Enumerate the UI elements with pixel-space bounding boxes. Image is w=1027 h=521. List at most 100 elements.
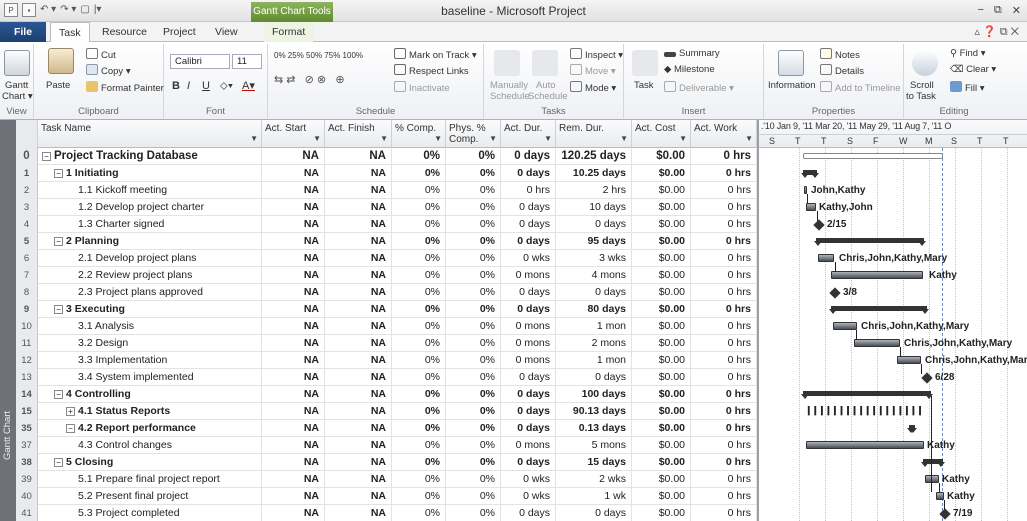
field-cell-cost[interactable]: $0.00 xyxy=(632,335,691,352)
dropdown-arrow-icon[interactable]: ▼ xyxy=(434,133,442,144)
field-cell-adur[interactable]: 0 wks xyxy=(501,488,556,505)
row-id-cell[interactable]: 8 xyxy=(16,284,38,301)
close-icon[interactable]: ✕ xyxy=(1012,4,1021,17)
field-cell-cost[interactable]: $0.00 xyxy=(632,267,691,284)
field-cell-pct[interactable]: 0% xyxy=(392,420,446,437)
table-row[interactable]: 8 2.3 Project plans approved NA NA 0% 0% 0 day… xyxy=(16,284,757,301)
row-id-cell[interactable]: 12 xyxy=(16,352,38,369)
row-id-cell[interactable]: 39 xyxy=(16,471,38,488)
field-cell-pct[interactable]: 0% xyxy=(392,437,446,454)
field-cell-pct[interactable]: 0% xyxy=(392,403,446,420)
collapse-icon[interactable]: − xyxy=(66,424,75,433)
field-cell-start[interactable]: NA xyxy=(262,505,325,521)
table-row[interactable]: 10 3.1 Analysis NA NA 0% 0% 0 mons 1 mon $0.00 0 … xyxy=(16,318,757,335)
task-name-cell[interactable]: −3 Executing xyxy=(38,301,262,318)
expand-icon[interactable]: + xyxy=(66,407,75,416)
table-row[interactable]: 13 3.4 System implemented NA NA 0% 0% 0 days 0 … xyxy=(16,369,757,386)
field-cell-finish[interactable]: NA xyxy=(325,182,392,199)
field-cell-start[interactable]: NA xyxy=(262,403,325,420)
field-cell-start[interactable]: NA xyxy=(262,199,325,216)
task-name-cell[interactable]: −5 Closing xyxy=(38,454,262,471)
field-cell-work[interactable]: 0 hrs xyxy=(691,437,757,454)
table-row[interactable]: 1−1 Initiating NA NA 0% 0% 0 days 10.25 days $0… xyxy=(16,165,757,182)
insert-task-icon[interactable] xyxy=(632,50,658,76)
find-button[interactable]: ⚲ Find ▾ xyxy=(950,48,986,60)
tab-task[interactable]: Task xyxy=(50,22,90,42)
field-cell-pct[interactable]: 0% xyxy=(392,369,446,386)
field-cell-cost[interactable]: $0.00 xyxy=(632,284,691,301)
field-cell-work[interactable]: 0 hrs xyxy=(691,233,757,250)
field-cell-finish[interactable]: NA xyxy=(325,335,392,352)
table-row[interactable]: 7 2.2 Review project plans NA NA 0% 0% 0 mons 4… xyxy=(16,267,757,284)
field-cell-start[interactable]: NA xyxy=(262,216,325,233)
field-cell-pct[interactable]: 0% xyxy=(392,335,446,352)
field-cell-cost[interactable]: $0.00 xyxy=(632,420,691,437)
field-cell-finish[interactable]: NA xyxy=(325,488,392,505)
task-name-cell[interactable]: 2.1 Develop project plans xyxy=(38,250,262,267)
table-row[interactable]: 14−4 Controlling NA NA 0% 0% 0 days 100 days $0… xyxy=(16,386,757,403)
task-name-cell[interactable]: 2.2 Review project plans xyxy=(38,267,262,284)
field-cell-start[interactable]: NA xyxy=(262,488,325,505)
field-cell-rdur[interactable]: 2 hrs xyxy=(556,182,632,199)
field-cell-adur[interactable]: 0 wks xyxy=(501,250,556,267)
table-row[interactable]: 38−5 Closing NA NA 0% 0% 0 days 15 days $0.00 0 … xyxy=(16,454,757,471)
field-cell-cost[interactable]: $0.00 xyxy=(632,250,691,267)
field-cell-adur[interactable]: 0 days xyxy=(501,505,556,521)
help-icon[interactable]: ❓ xyxy=(983,26,997,38)
field-cell-work[interactable]: 0 hrs xyxy=(691,284,757,301)
highlight-color-icon[interactable]: ⬦▾ xyxy=(220,80,233,92)
table-row[interactable]: 37 4.3 Control changes NA NA 0% 0% 0 mons 5 mon… xyxy=(16,437,757,454)
summary-bar-planning[interactable] xyxy=(814,238,926,246)
dependency-line[interactable] xyxy=(931,396,932,492)
field-cell-adur[interactable]: 0 mons xyxy=(501,318,556,335)
table-row[interactable]: 5−2 Planning NA NA 0% 0% 0 days 95 days $0.00 0 … xyxy=(16,233,757,250)
milestone-plans-approved[interactable] xyxy=(829,287,841,299)
minimize-ribbon-icon[interactable]: ▵ xyxy=(974,26,980,38)
task-bar-final-report[interactable] xyxy=(925,475,939,483)
dropdown-arrow-icon[interactable]: ▼ xyxy=(489,133,497,144)
gridline[interactable] xyxy=(981,148,982,521)
field-cell-start[interactable]: NA xyxy=(262,148,325,165)
field-cell-work[interactable]: 0 hrs xyxy=(691,369,757,386)
field-cell-pct[interactable]: 0% xyxy=(392,250,446,267)
restore-icon[interactable]: ⧉ xyxy=(994,4,1002,17)
field-cell-finish[interactable]: NA xyxy=(325,284,392,301)
field-cell-pct[interactable]: 0% xyxy=(392,216,446,233)
field-cell-work[interactable]: 0 hrs xyxy=(691,267,757,284)
table-row[interactable]: 35−4.2 Report performance NA NA 0% 0% 0 days 0… xyxy=(16,420,757,437)
field-cell-finish[interactable]: NA xyxy=(325,318,392,335)
collapse-icon[interactable]: − xyxy=(54,458,63,467)
information-button[interactable]: Information xyxy=(768,80,816,92)
field-cell-cost[interactable]: $0.00 xyxy=(632,199,691,216)
collapse-icon[interactable]: − xyxy=(54,305,63,314)
field-cell-pct[interactable]: 0% xyxy=(392,352,446,369)
header-act-dur[interactable]: Act. Dur. ▼ xyxy=(501,120,556,148)
field-cell-start[interactable]: NA xyxy=(262,420,325,437)
table-row[interactable]: 39 5.1 Prepare final project report NA NA 0%… xyxy=(16,471,757,488)
row-id-cell[interactable]: 35 xyxy=(16,420,38,437)
field-cell-work[interactable]: 0 hrs xyxy=(691,386,757,403)
field-cell-start[interactable]: NA xyxy=(262,267,325,284)
table-row[interactable]: 40 5.2 Present final project NA NA 0% 0% 0 wks… xyxy=(16,488,757,505)
field-cell-phys[interactable]: 0% xyxy=(446,352,501,369)
field-cell-adur[interactable]: 0 days xyxy=(501,454,556,471)
header-act-finish[interactable]: Act. Finish ▼ xyxy=(325,120,392,148)
gridline[interactable] xyxy=(955,148,956,521)
row-id-cell[interactable]: 7 xyxy=(16,267,38,284)
link-tasks-icons[interactable]: ⇆ ⇄ ⊘ ⊗ ⊕ xyxy=(274,74,345,86)
field-cell-phys[interactable]: 0% xyxy=(446,471,501,488)
field-cell-phys[interactable]: 0% xyxy=(446,165,501,182)
row-id-cell[interactable]: 13 xyxy=(16,369,38,386)
auto-schedule-icon[interactable] xyxy=(532,50,558,76)
mode-button[interactable]: Mode ▾ xyxy=(570,81,616,95)
field-cell-cost[interactable]: $0.00 xyxy=(632,369,691,386)
field-cell-rdur[interactable]: 3 wks xyxy=(556,250,632,267)
field-cell-pct[interactable]: 0% xyxy=(392,386,446,403)
field-cell-rdur[interactable]: 1 wk xyxy=(556,488,632,505)
row-id-cell[interactable]: 41 xyxy=(16,505,38,521)
field-cell-finish[interactable]: NA xyxy=(325,437,392,454)
dropdown-arrow-icon[interactable]: ▼ xyxy=(544,133,552,144)
field-cell-pct[interactable]: 0% xyxy=(392,148,446,165)
field-cell-cost[interactable]: $0.00 xyxy=(632,216,691,233)
summary-button[interactable]: Summary xyxy=(664,48,720,60)
